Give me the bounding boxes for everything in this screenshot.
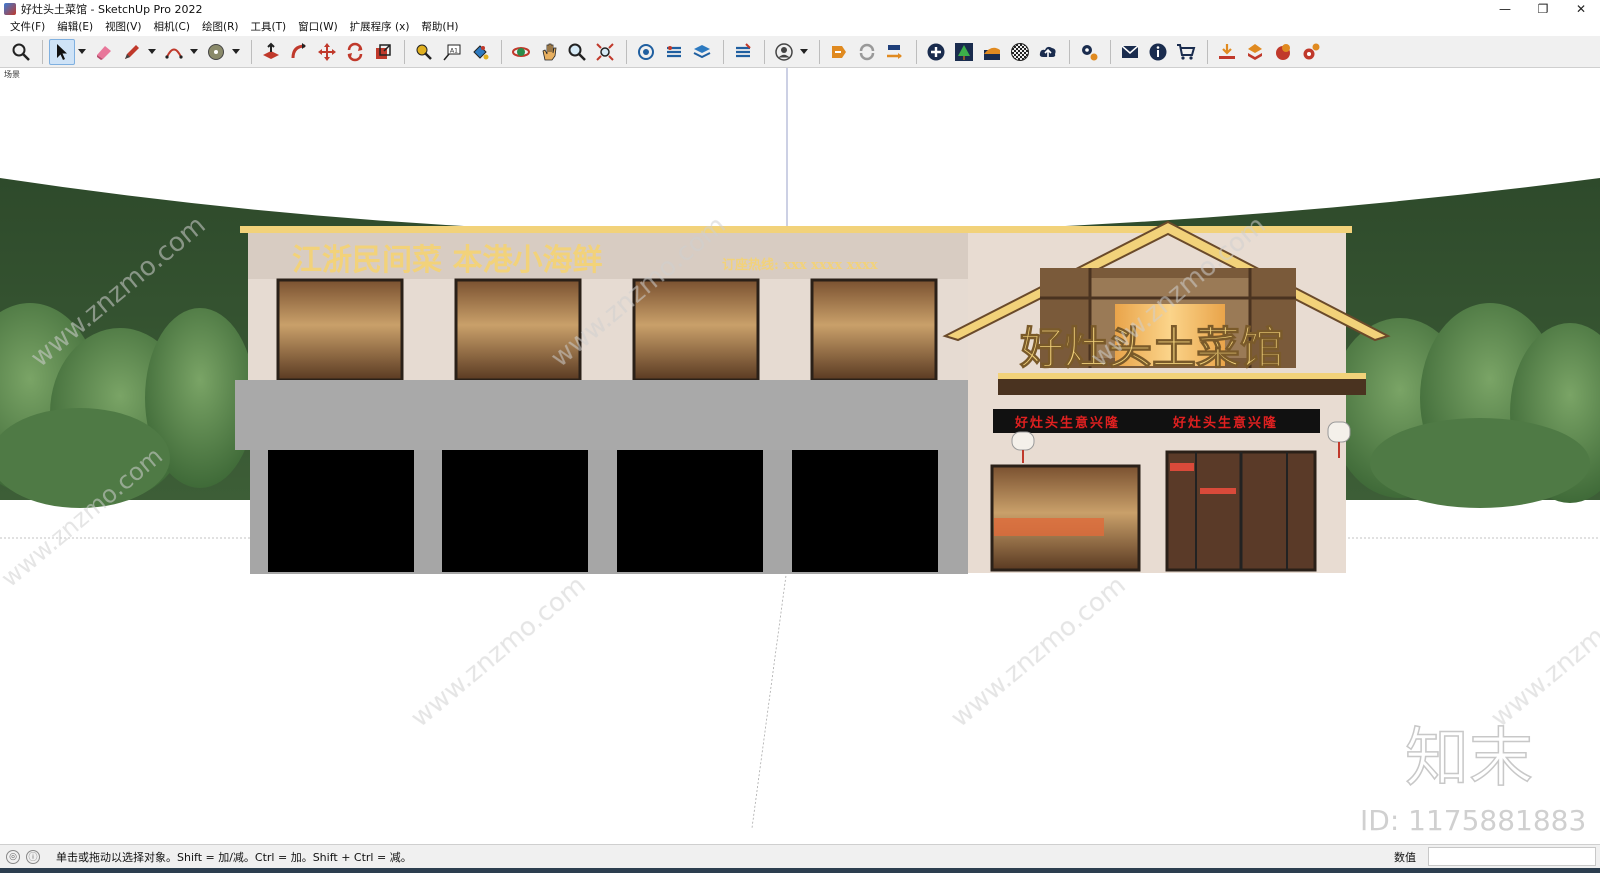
- watermark-text: www.znzmo.com: [945, 570, 1131, 733]
- green-axis-guide: [751, 567, 788, 829]
- menu-bar: 文件(F) 编辑(E) 视图(V) 相机(C) 绘图(R) 工具(T) 窗口(W…: [0, 18, 1600, 36]
- checker-pattern-icon[interactable]: [1007, 39, 1033, 65]
- credits-info-icon[interactable]: ⓘ: [26, 849, 40, 864]
- move-tool-icon[interactable]: [314, 39, 340, 65]
- banner-text: 江浙民间菜 本港小海鲜: [292, 243, 602, 278]
- extension-manager-icon[interactable]: [730, 39, 756, 65]
- swap-arrows-icon[interactable]: [882, 39, 908, 65]
- scale-tool-icon[interactable]: [370, 39, 396, 65]
- toolbar-separator: [819, 39, 820, 64]
- eraser-tool-icon[interactable]: [91, 39, 117, 65]
- menu-view[interactable]: 视图(V): [99, 18, 147, 36]
- account-user-icon[interactable]: [771, 39, 797, 65]
- rotate-tool-icon[interactable]: [342, 39, 368, 65]
- mail-icon[interactable]: [1117, 39, 1143, 65]
- settings-gear-icon[interactable]: [1076, 39, 1102, 65]
- window-controls: — ❐ ✕: [1486, 0, 1600, 18]
- circle-shape-tool-icon[interactable]: [203, 39, 229, 65]
- toolbar-separator: [723, 39, 724, 64]
- toolbar-separator: [626, 39, 627, 64]
- geo-location-icon[interactable]: ◎: [6, 849, 20, 864]
- menu-window[interactable]: 窗口(W): [292, 18, 344, 36]
- sub-sign-left: 好灶头生意兴隆: [1014, 415, 1120, 431]
- model-viewport[interactable]: 场景 江浙民间菜 本港小海鲜 订座热线: xxx xxxx xxxx 好灶头土菜…: [0, 68, 1600, 844]
- measurements-input[interactable]: [1428, 847, 1596, 866]
- title-bar: 好灶头土菜馆 - SketchUp Pro 2022 — ❐ ✕: [0, 0, 1600, 18]
- menu-file[interactable]: 文件(F): [4, 18, 51, 36]
- toolbar-separator: [404, 39, 405, 64]
- select-dropdown-chevron-icon[interactable]: [77, 39, 87, 65]
- paint-bucket-tool-icon[interactable]: [467, 39, 493, 65]
- right-building: [942, 220, 1391, 573]
- cog-plugin-icon[interactable]: [1298, 39, 1324, 65]
- watermark-text: www.znzmo.com: [405, 570, 591, 733]
- hand-tools-icon[interactable]: [1270, 39, 1296, 65]
- add-plus-icon[interactable]: [923, 39, 949, 65]
- menu-help[interactable]: 帮助(H): [415, 18, 464, 36]
- close-button[interactable]: ✕: [1562, 0, 1600, 18]
- id-watermark: ID: 1175881883: [1360, 804, 1586, 837]
- arc-tool-icon[interactable]: [161, 39, 187, 65]
- zoom-tool-icon[interactable]: [564, 39, 590, 65]
- layers-icon[interactable]: [689, 39, 715, 65]
- pencil-tool-icon[interactable]: [119, 39, 145, 65]
- watermark-text: www.znzmo.com: [1485, 570, 1600, 733]
- tape-measure-tool-icon[interactable]: [411, 39, 437, 65]
- select-tool-icon[interactable]: [49, 38, 75, 65]
- svg-text:A1: A1: [450, 47, 458, 54]
- sub-sign-right: 好灶头生意兴隆: [1172, 415, 1278, 431]
- minimize-button[interactable]: —: [1486, 0, 1524, 18]
- stack-layers-icon[interactable]: [1242, 39, 1268, 65]
- toolbar-separator: [42, 39, 43, 64]
- taskbar-strip: [0, 868, 1600, 873]
- extension-warehouse-icon[interactable]: [661, 39, 687, 65]
- measurements-label: 数值: [1394, 851, 1416, 864]
- brand-logo-watermark: 知末: [1405, 722, 1533, 796]
- toolbar-separator: [1110, 39, 1111, 64]
- window-title: 好灶头土菜馆 - SketchUp Pro 2022: [21, 3, 203, 16]
- zoom-extents-tool-icon[interactable]: [592, 39, 618, 65]
- warehouse-icon[interactable]: [633, 39, 659, 65]
- toolbar-separator: [1207, 39, 1208, 64]
- tree-icon[interactable]: [951, 39, 977, 65]
- scene-tab[interactable]: 场景: [4, 69, 20, 80]
- follow-me-tool-icon[interactable]: [286, 39, 312, 65]
- toolbar-separator: [1069, 39, 1070, 64]
- status-hint: 单击或拖动以选择对象。Shift = 加/减。Ctrl = 加。Shift + …: [56, 850, 412, 864]
- download-tray-icon[interactable]: [1214, 39, 1240, 65]
- sketchup-window: 好灶头土菜馆 - SketchUp Pro 2022 — ❐ ✕ 文件(F) 编…: [0, 0, 1600, 873]
- refresh-icon[interactable]: [854, 39, 880, 65]
- toolbar-separator: [501, 39, 502, 64]
- text-tool-icon[interactable]: A1: [439, 39, 465, 65]
- toolbar-separator: [916, 39, 917, 64]
- hotline-text: 订座热线: xxx xxxx xxxx: [722, 257, 878, 273]
- main-toolbar: A1: [0, 36, 1600, 68]
- pan-tool-icon[interactable]: [536, 39, 562, 65]
- menu-camera[interactable]: 相机(C): [147, 18, 196, 36]
- search-tool-icon[interactable]: [8, 39, 34, 65]
- plugin-import-icon[interactable]: [826, 39, 852, 65]
- push-pull-tool-icon[interactable]: [258, 39, 284, 65]
- arc-dropdown-chevron-icon[interactable]: [189, 39, 199, 65]
- sketchup-app-icon: [4, 3, 16, 15]
- shopping-cart-icon[interactable]: [1173, 39, 1199, 65]
- menu-extensions[interactable]: 扩展程序 (x): [344, 18, 416, 36]
- orbit-tool-icon[interactable]: [508, 39, 534, 65]
- storefront-model: 江浙民间菜 本港小海鲜 订座热线: xxx xxxx xxxx 好灶头土菜馆 好…: [0, 68, 1600, 837]
- menu-edit[interactable]: 编辑(E): [51, 18, 99, 36]
- account-dropdown-chevron-icon[interactable]: [799, 39, 809, 65]
- shape-dropdown-chevron-icon[interactable]: [231, 39, 241, 65]
- menu-draw[interactable]: 绘图(R): [196, 18, 245, 36]
- info-icon[interactable]: [1145, 39, 1171, 65]
- material-swatch-icon[interactable]: [979, 39, 1005, 65]
- maximize-button[interactable]: ❐: [1524, 0, 1562, 18]
- toolbar-separator: [764, 39, 765, 64]
- line-dropdown-chevron-icon[interactable]: [147, 39, 157, 65]
- toolbar-separator: [251, 39, 252, 64]
- status-bar: ◎ ⓘ 单击或拖动以选择对象。Shift = 加/减。Ctrl = 加。Shif…: [0, 844, 1600, 868]
- menu-tools[interactable]: 工具(T): [244, 18, 292, 36]
- cloud-upload-icon[interactable]: [1035, 39, 1061, 65]
